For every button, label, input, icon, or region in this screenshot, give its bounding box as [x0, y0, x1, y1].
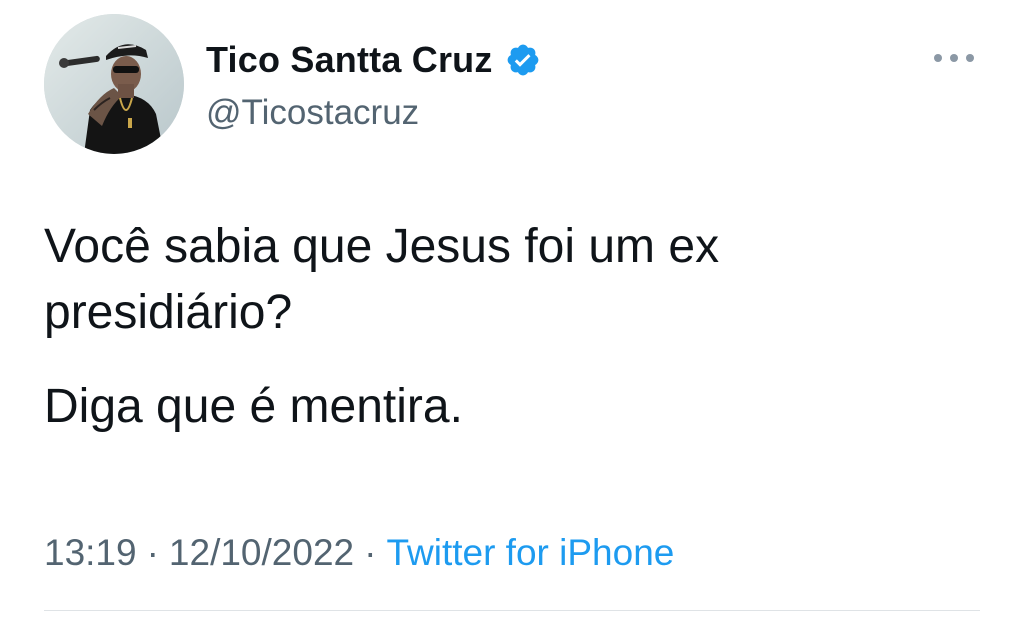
meta-separator: ·: [364, 532, 377, 573]
tweet-time[interactable]: 13:19: [44, 532, 137, 573]
avatar-image: [44, 14, 184, 154]
tweet-source-link[interactable]: Twitter for iPhone: [386, 532, 674, 573]
tweet-card: Tico Santta Cruz @Ticostacruz Você sabia…: [0, 0, 1024, 623]
verified-badge-icon: [505, 42, 541, 78]
tweet-meta: 13:19 · 12/10/2022 · Twitter for iPhone: [44, 528, 674, 578]
tweet-text: Você sabia que Jesus foi um ex presidiár…: [44, 214, 964, 440]
divider: [44, 610, 980, 611]
meta-separator: ·: [146, 532, 159, 573]
display-name[interactable]: Tico Santta Cruz: [206, 36, 493, 84]
display-name-row: Tico Santta Cruz: [206, 36, 541, 84]
author-block[interactable]: Tico Santta Cruz @Ticostacruz: [206, 36, 541, 136]
tweet-paragraph: Você sabia que Jesus foi um ex presidiár…: [44, 220, 720, 339]
avatar[interactable]: [44, 14, 184, 154]
tweet-date[interactable]: 12/10/2022: [169, 532, 354, 573]
tweet-paragraph: Diga que é mentira.: [44, 380, 463, 433]
more-options-button[interactable]: [926, 44, 982, 72]
more-options-icon: [934, 54, 974, 62]
author-handle[interactable]: @Ticostacruz: [206, 90, 541, 136]
